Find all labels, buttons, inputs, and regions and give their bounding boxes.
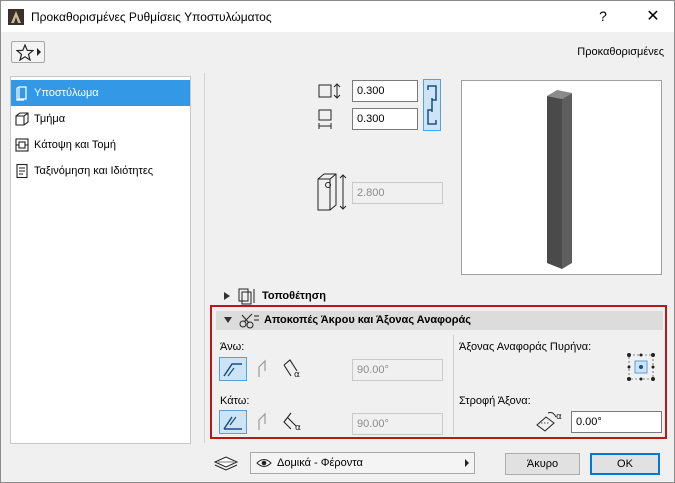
ok-button[interactable]: OK <box>590 453 660 475</box>
chevron-right-icon <box>465 459 469 467</box>
anchor-point-grid-icon <box>627 353 655 381</box>
height-field[interactable]: 2.800 <box>352 182 443 204</box>
top-cut-angle-field[interactable]: 90.00° <box>352 359 443 381</box>
bottom-cut-custom-angle-button[interactable]: α <box>279 410 307 434</box>
star-icon <box>16 44 34 61</box>
settings-sidebar: Υποστύλωμα Τμήμα Κάτοψη και Τομή Ταξινόμ… <box>10 76 191 444</box>
svg-text:α: α <box>295 423 301 432</box>
sidebar-item-label: Υποστύλωμα <box>34 87 99 99</box>
collapse-arrow-icon <box>224 317 232 323</box>
sidebar-item-label: Τμήμα <box>34 113 66 125</box>
end-cut-scissors-icon <box>239 313 259 329</box>
title-bar: Προκαθορισμένες Ρυθμίσεις Υποστυλώματος … <box>1 1 674 32</box>
layer-dropdown[interactable]: Δομικά - Φέροντα <box>250 452 475 474</box>
classification-icon <box>16 163 28 179</box>
layer-dropdown-value: Δομικά - Φέροντα <box>277 457 363 469</box>
top-cut-custom-angle-button[interactable]: α <box>279 357 307 381</box>
sidebar-item-label: Ταξινόμηση και Ιδιότητες <box>34 165 154 177</box>
dialog-window: Προκαθορισμένες Ρυθμίσεις Υποστυλώματος … <box>0 0 675 483</box>
vertical-cut-icon <box>258 359 266 377</box>
floor-plan-icon <box>15 138 29 152</box>
core-anchor-selector[interactable] <box>624 350 658 384</box>
depth-dimension-icon <box>318 109 332 129</box>
placement-icon <box>238 288 255 305</box>
bottom-cut-perpendicular-button[interactable] <box>219 410 247 434</box>
end-cuts-section-label: Αποκοπές Άκρου και Άξονας Αναφοράς <box>264 314 471 326</box>
archicad-app-icon <box>8 9 24 25</box>
placement-section-label: Τοποθέτηση <box>262 290 326 302</box>
core-anchor-label: Άξονας Αναφοράς Πυρήνα: <box>459 341 592 353</box>
svg-text:α: α <box>294 370 300 379</box>
placement-section-header[interactable]: Τοποθέτηση <box>214 286 663 306</box>
axis-rotation-label: Στροφή Άξονα: <box>459 395 531 407</box>
top-cut-vertical-button[interactable] <box>249 357 277 381</box>
depth-field[interactable]: 0.300 <box>352 108 418 130</box>
window-title: Προκαθορισμένες Ρυθμίσεις Υποστυλώματος <box>31 10 272 24</box>
perpendicular-cut-icon <box>223 363 242 377</box>
favorites-button[interactable] <box>11 41 45 63</box>
axis-rotation-field[interactable]: 0.00° <box>571 411 662 433</box>
sidebar-item-floor-plan[interactable]: Κάτοψη και Τομή <box>11 132 190 158</box>
column-preview-graphic <box>547 90 572 269</box>
help-button[interactable]: ? <box>586 1 620 32</box>
perpendicular-cut-icon <box>223 416 242 430</box>
width-field[interactable]: 0.300 <box>352 80 418 102</box>
close-button[interactable]: ✕ <box>633 1 673 32</box>
bottom-cut-label: Κάτω: <box>220 395 250 407</box>
width-dimension-icon <box>318 83 341 99</box>
svg-text:α: α <box>556 412 562 422</box>
link-dimensions-toggle[interactable] <box>423 79 441 131</box>
top-cut-perpendicular-button[interactable] <box>219 357 247 381</box>
column-height-icon <box>317 173 347 211</box>
vertical-cut-icon <box>258 412 266 430</box>
sidebar-item-classification[interactable]: Ταξινόμηση και Ιδιότητες <box>11 158 190 184</box>
chain-link-icon <box>427 85 437 125</box>
column-3d-preview <box>461 80 662 275</box>
eye-icon <box>256 459 272 467</box>
bottom-cut-angle-field[interactable]: 90.00° <box>352 413 443 435</box>
top-cut-label: Άνω: <box>220 341 245 353</box>
chevron-right-icon <box>37 48 41 56</box>
custom-angle-cut-icon: α <box>283 359 300 380</box>
sidebar-item-column[interactable]: Υποστύλωμα <box>11 80 190 106</box>
section-divider <box>453 335 454 435</box>
column-icon <box>16 86 27 101</box>
preset-name-label: Προκαθορισμένες <box>577 46 664 58</box>
end-cuts-section-header[interactable]: Αποκοπές Άκρου και Άξονας Αναφοράς <box>216 311 663 330</box>
axis-rotation-icon: α <box>536 412 562 432</box>
sidebar-item-segment[interactable]: Τμήμα <box>11 106 190 132</box>
segment-cube-icon <box>15 112 29 126</box>
expand-arrow-icon <box>224 292 230 300</box>
bottom-cut-vertical-button[interactable] <box>249 410 277 434</box>
sidebar-item-label: Κάτοψη και Τομή <box>34 139 116 151</box>
layer-icon <box>213 456 239 471</box>
cancel-button[interactable]: Άκυρο <box>505 453 580 475</box>
custom-angle-cut-icon: α <box>283 412 301 433</box>
